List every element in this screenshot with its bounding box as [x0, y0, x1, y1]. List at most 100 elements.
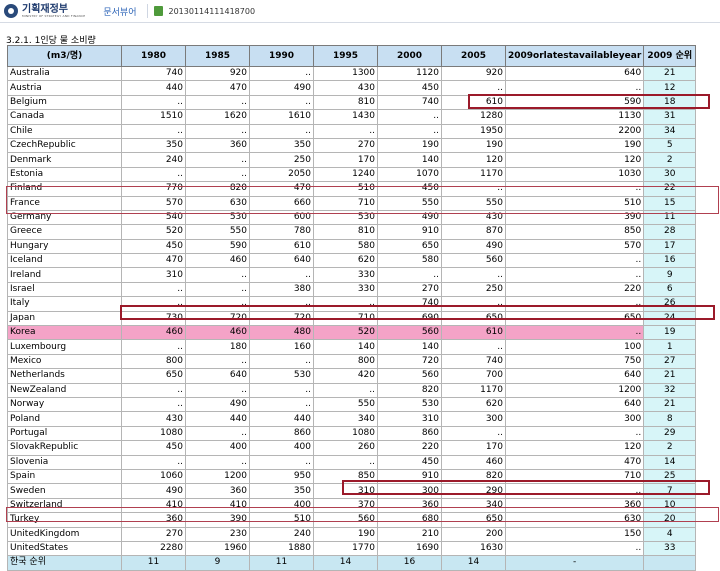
value-cell[interactable]: 870 — [441, 224, 506, 240]
value-cell[interactable]: 380 — [249, 281, 314, 298]
value-cell[interactable]: .. — [185, 94, 250, 111]
value-cell[interactable]: 270 — [313, 137, 378, 154]
value-cell[interactable]: 490 — [377, 209, 442, 226]
value-cell[interactable]: 780 — [249, 224, 314, 240]
country-cell[interactable]: Turkey — [7, 512, 122, 528]
value-cell[interactable]: .. — [504, 325, 645, 341]
rank-cell[interactable]: 30 — [643, 166, 697, 183]
value-cell[interactable]: 640 — [185, 368, 250, 384]
country-cell[interactable]: Italy — [7, 296, 122, 312]
rank-cell[interactable]: 17 — [643, 238, 697, 255]
country-cell[interactable]: Korea — [7, 325, 122, 341]
value-cell[interactable]: 860 — [249, 425, 314, 442]
value-cell[interactable]: 590 — [504, 94, 645, 111]
value-cell[interactable]: 490 — [121, 483, 186, 499]
value-cell[interactable]: 1170 — [441, 166, 506, 183]
value-cell[interactable]: .. — [441, 80, 506, 96]
country-cell[interactable]: Sweden — [7, 483, 122, 499]
value-cell[interactable]: 740 — [121, 65, 186, 82]
value-cell[interactable]: 800 — [121, 353, 186, 370]
value-cell[interactable]: 300 — [441, 411, 506, 427]
country-cell[interactable]: Germany — [7, 209, 122, 226]
value-cell[interactable]: .. — [185, 281, 250, 298]
country-cell[interactable]: Hungary — [7, 238, 122, 255]
value-cell[interactable]: 140 — [377, 339, 442, 355]
country-cell[interactable]: Iceland — [7, 253, 122, 269]
value-cell[interactable]: 1030 — [504, 166, 645, 183]
country-cell[interactable]: Belgium — [7, 94, 122, 111]
value-cell[interactable]: 250 — [441, 281, 506, 298]
country-cell[interactable]: Austria — [7, 80, 122, 96]
value-cell[interactable]: .. — [249, 296, 314, 312]
value-cell[interactable]: 410 — [185, 497, 250, 514]
value-cell[interactable]: 220 — [504, 281, 645, 298]
country-cell[interactable]: Chile — [7, 123, 122, 139]
value-cell[interactable]: 850 — [313, 468, 378, 485]
value-cell[interactable]: .. — [121, 396, 186, 413]
value-cell[interactable]: .. — [504, 181, 645, 197]
value-cell[interactable]: 310 — [121, 267, 186, 283]
value-cell[interactable]: 510 — [313, 181, 378, 197]
footer-rank-cell[interactable]: 14 — [441, 555, 506, 571]
value-cell[interactable]: .. — [185, 454, 250, 470]
value-cell[interactable]: 630 — [185, 195, 250, 211]
country-cell[interactable]: Poland — [7, 411, 122, 427]
value-cell[interactable]: 390 — [504, 209, 645, 226]
value-cell[interactable]: 310 — [313, 483, 378, 499]
value-cell[interactable]: 2280 — [121, 540, 186, 557]
value-cell[interactable]: .. — [121, 281, 186, 298]
value-cell[interactable]: 560 — [313, 512, 378, 528]
value-cell[interactable]: 490 — [441, 238, 506, 255]
value-cell[interactable]: 260 — [313, 440, 378, 456]
value-cell[interactable]: .. — [121, 123, 186, 139]
value-cell[interactable]: 220 — [377, 440, 442, 456]
value-cell[interactable]: 440 — [185, 411, 250, 427]
value-cell[interactable]: 1610 — [249, 109, 314, 125]
value-cell[interactable]: 240 — [121, 152, 186, 168]
value-cell[interactable]: 850 — [504, 224, 645, 240]
value-cell[interactable]: 730 — [121, 310, 186, 327]
value-cell[interactable]: 720 — [377, 353, 442, 370]
rank-cell[interactable]: 4 — [643, 526, 697, 542]
value-cell[interactable]: 550 — [441, 195, 506, 211]
value-cell[interactable]: 1200 — [185, 468, 250, 485]
country-cell[interactable]: Norway — [7, 396, 122, 413]
rank-cell[interactable]: 25 — [643, 468, 697, 485]
rank-cell[interactable]: 21 — [643, 368, 697, 384]
value-cell[interactable]: 490 — [185, 396, 250, 413]
value-cell[interactable]: 330 — [313, 267, 378, 283]
value-cell[interactable]: 650 — [121, 368, 186, 384]
value-cell[interactable]: 100 — [504, 339, 645, 355]
value-cell[interactable]: 1130 — [504, 109, 645, 125]
value-cell[interactable]: 170 — [313, 152, 378, 168]
value-cell[interactable]: 550 — [377, 195, 442, 211]
value-cell[interactable]: 920 — [185, 65, 250, 82]
value-cell[interactable]: 1950 — [441, 123, 506, 139]
value-cell[interactable]: .. — [121, 339, 186, 355]
value-cell[interactable]: 330 — [313, 281, 378, 298]
value-cell[interactable]: 1430 — [313, 109, 378, 125]
value-cell[interactable]: 400 — [185, 440, 250, 456]
value-cell[interactable]: 640 — [504, 368, 645, 384]
value-cell[interactable]: 530 — [249, 368, 314, 384]
rank-cell[interactable]: 20 — [643, 512, 697, 528]
country-cell[interactable]: NewZealand — [7, 382, 122, 398]
value-cell[interactable]: 910 — [377, 224, 442, 240]
value-cell[interactable]: 460 — [185, 325, 250, 341]
value-cell[interactable]: 640 — [504, 65, 645, 82]
value-cell[interactable]: 360 — [121, 512, 186, 528]
value-cell[interactable]: 560 — [441, 253, 506, 269]
value-cell[interactable]: 1080 — [121, 425, 186, 442]
value-cell[interactable]: .. — [121, 94, 186, 111]
value-cell[interactable]: 190 — [313, 526, 378, 542]
country-cell[interactable]: Switzerland — [7, 497, 122, 514]
value-cell[interactable]: 2050 — [249, 166, 314, 183]
value-cell[interactable]: 160 — [249, 339, 314, 355]
value-cell[interactable]: 1120 — [377, 65, 442, 82]
value-cell[interactable]: 1080 — [313, 425, 378, 442]
value-cell[interactable]: .. — [504, 80, 645, 96]
rank-cell[interactable]: 26 — [643, 296, 697, 312]
value-cell[interactable]: 120 — [504, 440, 645, 456]
value-cell[interactable]: 640 — [504, 396, 645, 413]
value-cell[interactable]: 360 — [185, 483, 250, 499]
